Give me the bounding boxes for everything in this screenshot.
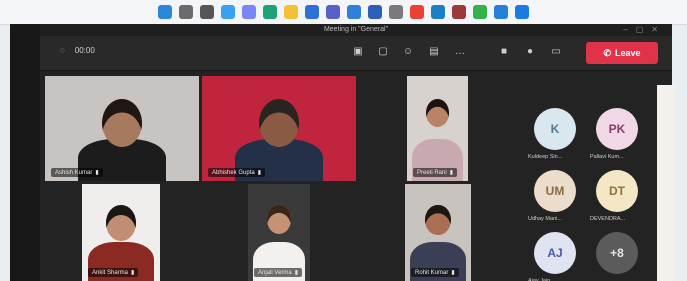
participant-video-tile[interactable]: Preeti Rani ▮ bbox=[407, 76, 468, 181]
avatar-name-label: DEVENDRA... bbox=[590, 216, 626, 222]
mic-muted-icon: ▮ bbox=[451, 270, 455, 276]
meeting-timer: ◌ 00:00 bbox=[60, 46, 95, 55]
participant-head bbox=[267, 205, 291, 234]
rooms-icon[interactable]: ▤ bbox=[428, 46, 440, 58]
participant-name: Ankit Sharma ▮ bbox=[88, 268, 139, 277]
edge-icon[interactable] bbox=[263, 5, 277, 19]
taskbar bbox=[0, 0, 687, 25]
avatar-initials: K bbox=[550, 122, 560, 136]
window-title: Meeting in "General" bbox=[323, 26, 389, 33]
participant-head bbox=[425, 205, 451, 236]
participant-video-tile[interactable]: Anjali Verma ▮ bbox=[248, 184, 310, 281]
chrome-icon[interactable] bbox=[410, 5, 424, 19]
participant-name-text: Preeti Rani bbox=[417, 170, 447, 176]
mic-muted-icon: ▮ bbox=[294, 270, 298, 276]
window-titlebar: Meeting in "General" –▢✕ bbox=[40, 24, 672, 36]
maps-icon[interactable] bbox=[515, 5, 529, 19]
participant-video-tile[interactable]: Rohit Kumar ▮ bbox=[405, 184, 471, 281]
search-icon[interactable] bbox=[179, 5, 193, 19]
participant-video-tile[interactable]: Ankit Sharma ▮ bbox=[82, 184, 160, 281]
people-icon[interactable]: ▣ bbox=[352, 46, 364, 58]
window-controls[interactable]: –▢✕ bbox=[623, 24, 666, 36]
teams-icon[interactable] bbox=[326, 5, 340, 19]
participant-name: Abhishek Gupta ▮ bbox=[208, 168, 266, 177]
chat-icon[interactable] bbox=[242, 5, 256, 19]
avatar-name-label: Udhay Mani... bbox=[528, 216, 562, 222]
teams-meeting-window: Meeting in "General" –▢✕ ◌ 00:00 ▣ ▢ ☺ ▤… bbox=[10, 24, 672, 281]
participant-name: Anjali Verma ▮ bbox=[254, 268, 302, 277]
participant-avatar[interactable]: PK bbox=[596, 108, 638, 150]
word-icon[interactable] bbox=[368, 5, 382, 19]
avatar-initials: +8 bbox=[610, 246, 624, 260]
phone-icon: ✆ bbox=[603, 47, 611, 58]
left-rail bbox=[10, 24, 40, 281]
participant-name-text: Ashish Kumar bbox=[55, 170, 93, 176]
avatar-name-label: Kuldeep Sin... bbox=[528, 154, 563, 160]
reactions-icon[interactable]: ☺ bbox=[402, 46, 414, 58]
participant-video-tile[interactable]: Abhishek Gupta ▮ bbox=[202, 76, 356, 181]
participant-avatar[interactable]: UM bbox=[534, 170, 576, 212]
participant-head bbox=[259, 99, 299, 148]
windows-icon[interactable] bbox=[158, 5, 172, 19]
mic-muted-icon: ▮ bbox=[131, 270, 135, 276]
whatsapp-icon[interactable] bbox=[473, 5, 487, 19]
media-icon[interactable] bbox=[494, 5, 508, 19]
app-icon[interactable] bbox=[452, 5, 466, 19]
participant-name-text: Rohit Kumar bbox=[415, 270, 449, 276]
meeting-toolbar: ◌ 00:00 ▣ ▢ ☺ ▤ … ■ ● ▭ ✆ Leave bbox=[40, 36, 672, 71]
participant-head bbox=[425, 99, 450, 127]
more-icon[interactable]: … bbox=[454, 46, 466, 58]
participant-name-text: Abhishek Gupta bbox=[212, 170, 255, 176]
participant-avatar[interactable]: AJ bbox=[534, 232, 576, 274]
participant-avatar[interactable]: DT bbox=[596, 170, 638, 212]
participant-name-text: Ankit Sharma bbox=[92, 270, 129, 276]
avatar-initials: AJ bbox=[547, 246, 563, 260]
more-participants-button[interactable]: +8 bbox=[596, 232, 638, 274]
share-icon[interactable]: ▭ bbox=[550, 46, 562, 58]
participant-video-tile[interactable]: Ashish Kumar ▮ bbox=[45, 76, 199, 181]
mic-icon[interactable]: ● bbox=[524, 46, 536, 58]
participant-avatar[interactable]: K bbox=[534, 108, 576, 150]
avatar-initials: DT bbox=[609, 184, 625, 198]
participant-name: Rohit Kumar ▮ bbox=[411, 268, 459, 277]
participant-name-text: Anjali Verma bbox=[258, 270, 292, 276]
mic-muted-icon: ▮ bbox=[95, 170, 99, 176]
participant-head bbox=[102, 99, 142, 148]
file-explorer-icon[interactable] bbox=[284, 5, 298, 19]
widgets-icon[interactable] bbox=[221, 5, 235, 19]
avatar-initials: PK bbox=[608, 122, 626, 136]
background-strip bbox=[657, 85, 675, 281]
leave-label: Leave bbox=[615, 48, 641, 58]
photos-icon[interactable] bbox=[431, 5, 445, 19]
participant-head bbox=[106, 205, 136, 241]
settings-icon[interactable] bbox=[389, 5, 403, 19]
mail-icon[interactable] bbox=[347, 5, 361, 19]
timer-text: 00:00 bbox=[74, 46, 95, 55]
leave-button[interactable]: ✆ Leave bbox=[586, 42, 658, 64]
camera-icon[interactable]: ■ bbox=[498, 46, 510, 58]
avatar-name-label: Pallavi Kum... bbox=[590, 154, 624, 160]
mic-muted-icon: ▮ bbox=[257, 170, 262, 176]
task-view-icon[interactable] bbox=[200, 5, 214, 19]
avatar-initials: UM bbox=[545, 184, 565, 198]
participant-name: Preeti Rani ▮ bbox=[413, 168, 457, 177]
participant-name: Ashish Kumar ▮ bbox=[51, 168, 103, 177]
chat-icon[interactable]: ▢ bbox=[377, 46, 389, 58]
shield-icon: ◌ bbox=[60, 46, 65, 55]
store-icon[interactable] bbox=[305, 5, 319, 19]
mic-muted-icon: ▮ bbox=[449, 170, 453, 176]
